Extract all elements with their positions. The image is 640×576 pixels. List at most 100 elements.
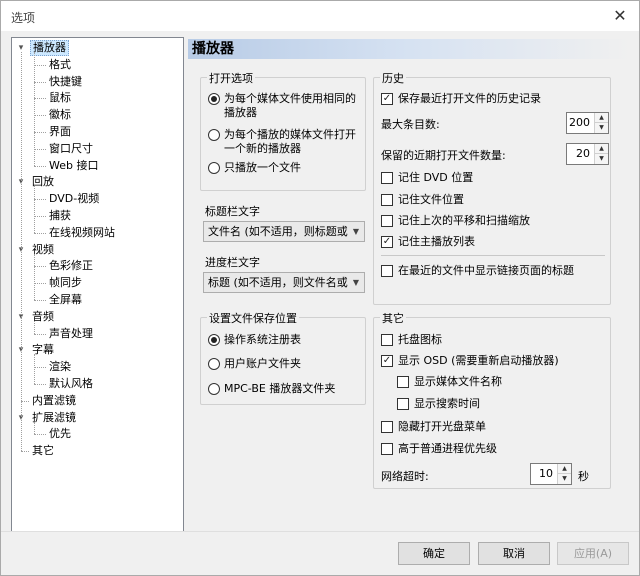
checkbox-indicator[interactable] [397,376,409,388]
checkbox-label: 记住上次的平移和扫描缩放 [398,214,530,227]
chevron-down-icon[interactable]: ▼ [348,273,364,292]
check-icon[interactable]: ✓ [381,236,393,248]
tree-item[interactable]: 徽标 [12,107,182,123]
spin-down-icon[interactable]: ▼ [595,123,608,133]
checkbox-indicator[interactable] [381,194,393,206]
radio-new-player[interactable]: 为每个播放的媒体文件打开一个新的播放器 [208,128,362,156]
tree-item-label: Web 接口 [49,158,99,172]
tree-item[interactable]: ▾ 扩展滤镜 [12,410,182,426]
recent-count-spinner[interactable]: 20 ▲ ▼ [566,143,609,165]
tree-item[interactable]: 在线视频网站 [12,225,182,241]
spin-down-icon[interactable]: ▼ [558,474,571,484]
ok-button[interactable]: 确定 [398,542,470,565]
checkbox-remember-file[interactable]: 记住文件位置 [381,193,464,207]
tree-item[interactable]: ▾ 播放器 [12,40,182,56]
tree-item[interactable]: 格式 [12,57,182,73]
checkbox-indicator[interactable] [381,215,393,227]
title-bar-text-select[interactable]: 文件名 (如不适用，则标题或网站) ▼ [203,221,365,242]
checkbox-tray-icon[interactable]: 托盘图标 [381,333,442,347]
tree-connector [34,64,46,66]
tree-item[interactable]: 帧同步 [12,275,182,291]
radio-indicator[interactable] [208,93,220,105]
spin-up-icon[interactable]: ▲ [595,144,608,154]
tree-item-label: 其它 [32,444,54,458]
radio-label: 用户账户文件夹 [224,357,301,370]
checkbox-indicator[interactable] [381,172,393,184]
checkbox-show-page-title[interactable]: 在最近的文件中显示链接页面的标题 [381,264,574,278]
settings-tree[interactable]: ▾ 播放器 格式 快捷键 鼠标 徽标 界面 窗口尺寸 Web 接口 ▾ 回放 DVD-视频 捕获 在线视频… [11,37,184,533]
tree-item[interactable]: 内置滤镜 [12,393,182,409]
progress-bar-text-select[interactable]: 标题 (如不适用，则文件名或网站) ▼ [203,272,365,293]
tree-connector [34,98,46,100]
spinner-value[interactable]: 10 [539,467,553,480]
tree-item[interactable]: 界面 [12,124,182,140]
checkbox-label: 显示搜索时间 [414,397,480,410]
cancel-button[interactable]: 取消 [478,542,550,565]
check-icon[interactable]: ✓ [381,355,393,367]
check-icon[interactable]: ✓ [381,93,393,105]
checkbox-remember-playlist[interactable]: ✓ 记住主播放列表 [381,235,475,249]
radio-registry[interactable]: 操作系统注册表 [208,333,301,347]
radio-indicator[interactable] [208,162,220,174]
radio-indicator[interactable] [208,358,220,370]
spinner-value[interactable]: 200 [569,116,590,129]
tree-item[interactable]: 优先 [12,426,182,442]
settings-location-group: 设置文件保存位置 操作系统注册表 用户账户文件夹 MPC-BE 播放器文件夹 [200,310,366,405]
checkbox-hide-disc-menu[interactable]: 隐藏打开光盘菜单 [381,420,486,434]
checkbox-indicator[interactable] [397,398,409,410]
checkbox-label: 在最近的文件中显示链接页面的标题 [398,264,574,277]
apply-button[interactable]: 应用(A) [557,542,629,565]
checkbox-indicator[interactable] [381,443,393,455]
tree-item-label: 优先 [49,427,71,441]
spin-up-icon[interactable]: ▲ [558,464,571,474]
radio-one-file[interactable]: 只播放一个文件 [208,161,362,175]
tree-item[interactable]: DVD-视频 [12,191,182,207]
divider [381,255,605,256]
checkbox-label: 隐藏打开光盘菜单 [398,420,486,433]
tree-item[interactable]: ▾ 字幕 [12,342,182,358]
tree-item[interactable]: 快捷键 [12,74,182,90]
tree-item[interactable]: 渲染 [12,359,182,375]
checkbox-remember-pan[interactable]: 记住上次的平移和扫描缩放 [381,214,530,228]
title-bar: 选项 ✕ [1,1,639,31]
radio-user-folder[interactable]: 用户账户文件夹 [208,357,301,371]
checkbox-remember-dvd[interactable]: 记住 DVD 位置 [381,171,473,185]
checkbox-indicator[interactable] [381,421,393,433]
tree-item[interactable]: 声音处理 [12,326,182,342]
checkbox-high-priority[interactable]: 高于普通进程优先级 [381,442,497,456]
max-entries-spinner[interactable]: 200 ▲ ▼ [566,112,609,134]
spin-down-icon[interactable]: ▼ [595,154,608,164]
radio-indicator[interactable] [208,383,220,395]
checkbox-label: 托盘图标 [398,333,442,346]
radio-player-folder[interactable]: MPC-BE 播放器文件夹 [208,382,335,396]
checkbox-indicator[interactable] [381,265,393,277]
checkbox-show-filename[interactable]: 显示媒体文件名称 [397,375,502,389]
checkbox-show-seek-time[interactable]: 显示搜索时间 [397,397,480,411]
network-timeout-spinner[interactable]: 10 ▲ ▼ [530,463,572,485]
checkbox-show-osd[interactable]: ✓ 显示 OSD (需要重新启动播放器) [381,354,559,368]
checkbox-keep-history[interactable]: ✓ 保存最近打开文件的历史记录 [381,92,541,106]
settings-page: 播放器 打开选项 为每个媒体文件使用相同的播放器 为每个播放的媒体文件打开一个新… [188,37,632,533]
tree-item[interactable]: ▾ 视频 [12,242,182,258]
tree-item[interactable]: 全屏幕 [12,292,182,308]
tree-item[interactable]: 鼠标 [12,90,182,106]
spinner-value[interactable]: 20 [576,147,590,160]
tree-item[interactable]: Web 接口 [12,158,182,174]
close-icon[interactable]: ✕ [605,3,635,29]
radio-indicator[interactable] [208,334,220,346]
tree-connector [21,451,29,453]
tree-connector [21,52,22,452]
radio-same-player[interactable]: 为每个媒体文件使用相同的播放器 [208,92,362,120]
tree-connector [34,52,35,166]
tree-item[interactable]: 色彩修正 [12,258,182,274]
tree-item[interactable]: 默认风格 [12,376,182,392]
tree-item[interactable]: ▾ 回放 [12,174,182,190]
radio-indicator[interactable] [208,129,220,141]
tree-item[interactable]: 窗口尺寸 [12,141,182,157]
tree-item[interactable]: 其它 [12,443,182,459]
tree-item[interactable]: 捕获 [12,208,182,224]
checkbox-indicator[interactable] [381,334,393,346]
tree-item[interactable]: ▾ 音频 [12,309,182,325]
chevron-down-icon[interactable]: ▼ [348,222,364,241]
spin-up-icon[interactable]: ▲ [595,113,608,123]
